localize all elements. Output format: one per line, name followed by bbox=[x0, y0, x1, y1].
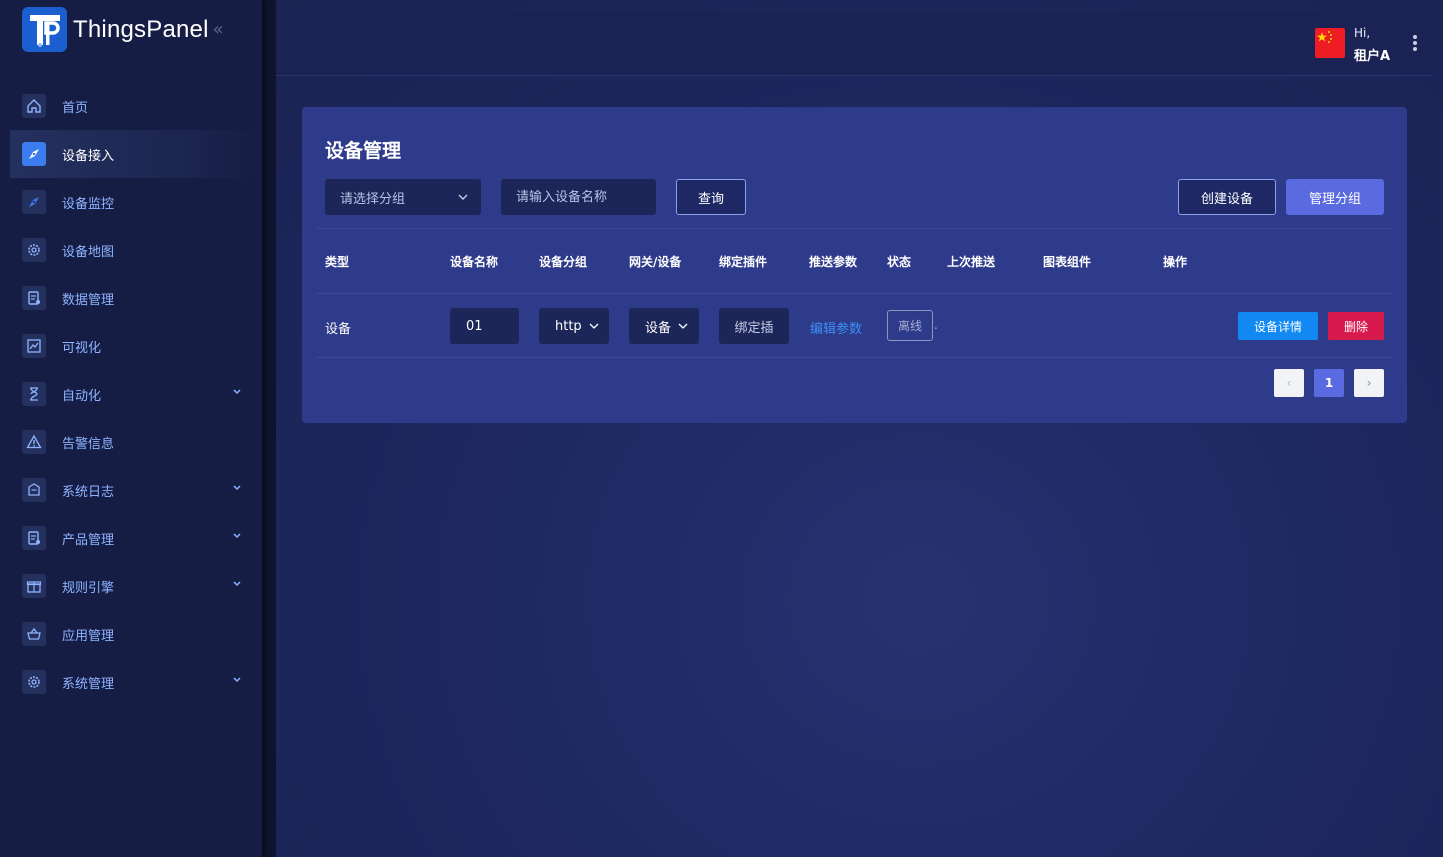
column-header-device-group: 设备分组 bbox=[539, 255, 588, 269]
device-management-card: 设备管理 请选择分组 查询 创建设备 管理分组 类型 设备名称 设备分组 网关/… bbox=[302, 107, 1407, 423]
column-header-actions: 操作 bbox=[1163, 255, 1188, 269]
column-header-status: 状态 bbox=[887, 255, 912, 269]
sidebar-item-label: 数据管理 bbox=[62, 292, 115, 308]
group-select-value: 请选择分组 bbox=[340, 191, 406, 207]
home-icon bbox=[22, 94, 46, 118]
page-title: 设备管理 bbox=[325, 140, 402, 162]
gift-icon bbox=[22, 574, 46, 598]
group-select[interactable]: 请选择分组 bbox=[325, 179, 481, 215]
chevron-down-icon bbox=[233, 485, 241, 491]
device-group-select[interactable]: http bbox=[539, 308, 609, 344]
sidebar-item-label: 设备地图 bbox=[62, 244, 115, 260]
chevron-down-icon bbox=[589, 323, 599, 329]
sidebar-item-visualization[interactable]: 可视化 bbox=[10, 322, 262, 370]
sidebar-item-label: 应用管理 bbox=[62, 628, 115, 644]
edit-params-link[interactable]: 编辑参数 bbox=[810, 318, 862, 337]
chart-icon bbox=[22, 334, 46, 358]
log-icon bbox=[22, 478, 46, 502]
compass-icon bbox=[22, 142, 46, 166]
last-push-value: . bbox=[934, 318, 938, 332]
column-header-type: 类型 bbox=[325, 255, 350, 269]
sidebar-item-label: 首页 bbox=[62, 100, 89, 116]
row-type: 设备 bbox=[325, 322, 352, 337]
compass-icon bbox=[22, 190, 46, 214]
app-logo bbox=[22, 7, 67, 52]
row-divider bbox=[316, 357, 1393, 358]
brand: ThingsPanel « bbox=[22, 7, 224, 52]
hourglass-icon bbox=[22, 382, 46, 406]
pagination-next-button[interactable]: › bbox=[1354, 369, 1384, 397]
chevron-down-icon bbox=[233, 389, 241, 395]
sidebar-item-system-log[interactable]: 系统日志 bbox=[10, 466, 262, 514]
sidebar-item-data-management[interactable]: 数据管理 bbox=[10, 274, 262, 322]
device-name-input[interactable]: 01 bbox=[450, 308, 519, 344]
sidebar-item-label: 产品管理 bbox=[62, 532, 115, 548]
sidebar-item-home[interactable]: 首页 bbox=[10, 82, 262, 130]
column-header-chart-component: 图表组件 bbox=[1043, 255, 1092, 269]
sidebar-item-label: 可视化 bbox=[62, 340, 102, 356]
gear-icon bbox=[22, 670, 46, 694]
device-detail-button[interactable]: 设备详情 bbox=[1238, 312, 1318, 340]
sidebar-item-label: 设备接入 bbox=[62, 148, 115, 164]
sidebar-nav: 首页 设备接入 设备监控 设备地图 数据管理 可视化 自动化 告警信息 系统日志… bbox=[10, 82, 262, 706]
column-header-gateway-device: 网关/设备 bbox=[629, 255, 682, 269]
gear-icon bbox=[22, 238, 46, 262]
sidebar-edge bbox=[262, 0, 276, 857]
column-header-device-name: 设备名称 bbox=[450, 255, 499, 269]
clipboard-icon bbox=[22, 526, 46, 550]
sidebar-item-label: 系统日志 bbox=[62, 484, 115, 500]
delete-button[interactable]: 删除 bbox=[1328, 312, 1384, 340]
clipboard-icon bbox=[22, 286, 46, 310]
table-top-divider bbox=[316, 228, 1393, 229]
gateway-device-select[interactable]: 设备 bbox=[629, 308, 699, 344]
manage-group-button[interactable]: 管理分组 bbox=[1286, 179, 1384, 215]
sidebar-item-alarms[interactable]: 告警信息 bbox=[10, 418, 262, 466]
sidebar-item-device-access[interactable]: 设备接入 bbox=[10, 130, 262, 178]
create-device-button[interactable]: 创建设备 bbox=[1178, 179, 1276, 215]
chevron-down-icon bbox=[233, 581, 241, 587]
sidebar-item-label: 告警信息 bbox=[62, 436, 115, 452]
chevron-down-icon bbox=[233, 677, 241, 683]
gateway-device-value: 设备 bbox=[645, 320, 672, 336]
sidebar-item-rule-engine[interactable]: 规则引擎 bbox=[10, 562, 262, 610]
device-name-value: 01 bbox=[466, 318, 483, 334]
main-content: Hi, 租户A 设备管理 请选择分组 查询 创建设备 管理分组 类型 设备名称 … bbox=[276, 0, 1443, 857]
sidebar-item-label: 自动化 bbox=[62, 388, 102, 404]
status-badge: 离线 bbox=[887, 310, 933, 341]
device-group-value: http bbox=[555, 318, 582, 334]
sidebar-item-label: 系统管理 bbox=[62, 676, 115, 692]
sidebar-item-app-management[interactable]: 应用管理 bbox=[10, 610, 262, 658]
more-vertical-icon[interactable] bbox=[1411, 34, 1419, 54]
device-name-search-input[interactable] bbox=[501, 179, 656, 215]
sidebar-item-label: 规则引擎 bbox=[62, 580, 115, 596]
chevron-down-icon bbox=[233, 533, 241, 539]
sidebar-item-label: 设备监控 bbox=[62, 196, 115, 212]
china-flag-icon[interactable] bbox=[1315, 28, 1345, 58]
column-header-bind-plugin: 绑定插件 bbox=[719, 255, 768, 269]
column-header-last-push: 上次推送 bbox=[947, 255, 996, 269]
sidebar-item-automation[interactable]: 自动化 bbox=[10, 370, 262, 418]
chevron-down-icon bbox=[458, 194, 468, 200]
chevron-down-icon bbox=[678, 323, 688, 329]
sidebar-item-device-monitor[interactable]: 设备监控 bbox=[10, 178, 262, 226]
app-name: ThingsPanel bbox=[73, 15, 209, 43]
sidebar-item-system-management[interactable]: 系统管理 bbox=[10, 658, 262, 706]
sidebar: ThingsPanel « 首页 设备接入 设备监控 设备地图 数据管理 可视化… bbox=[0, 0, 262, 857]
user-name[interactable]: 租户A bbox=[1354, 45, 1390, 64]
sidebar-item-device-map[interactable]: 设备地图 bbox=[10, 226, 262, 274]
bind-plugin-button[interactable]: 绑定插 bbox=[719, 308, 789, 344]
column-header-push-params: 推送参数 bbox=[809, 255, 858, 269]
pagination-prev-button[interactable]: ‹ bbox=[1274, 369, 1304, 397]
topbar: Hi, 租户A bbox=[276, 12, 1431, 76]
greeting: Hi, bbox=[1354, 26, 1371, 40]
pagination-page-1[interactable]: 1 bbox=[1314, 369, 1344, 397]
warning-icon bbox=[22, 430, 46, 454]
header-divider bbox=[316, 293, 1393, 294]
sidebar-item-product-management[interactable]: 产品管理 bbox=[10, 514, 262, 562]
basket-icon bbox=[22, 622, 46, 646]
query-button[interactable]: 查询 bbox=[676, 179, 746, 215]
collapse-sidebar-icon[interactable]: « bbox=[213, 19, 224, 40]
